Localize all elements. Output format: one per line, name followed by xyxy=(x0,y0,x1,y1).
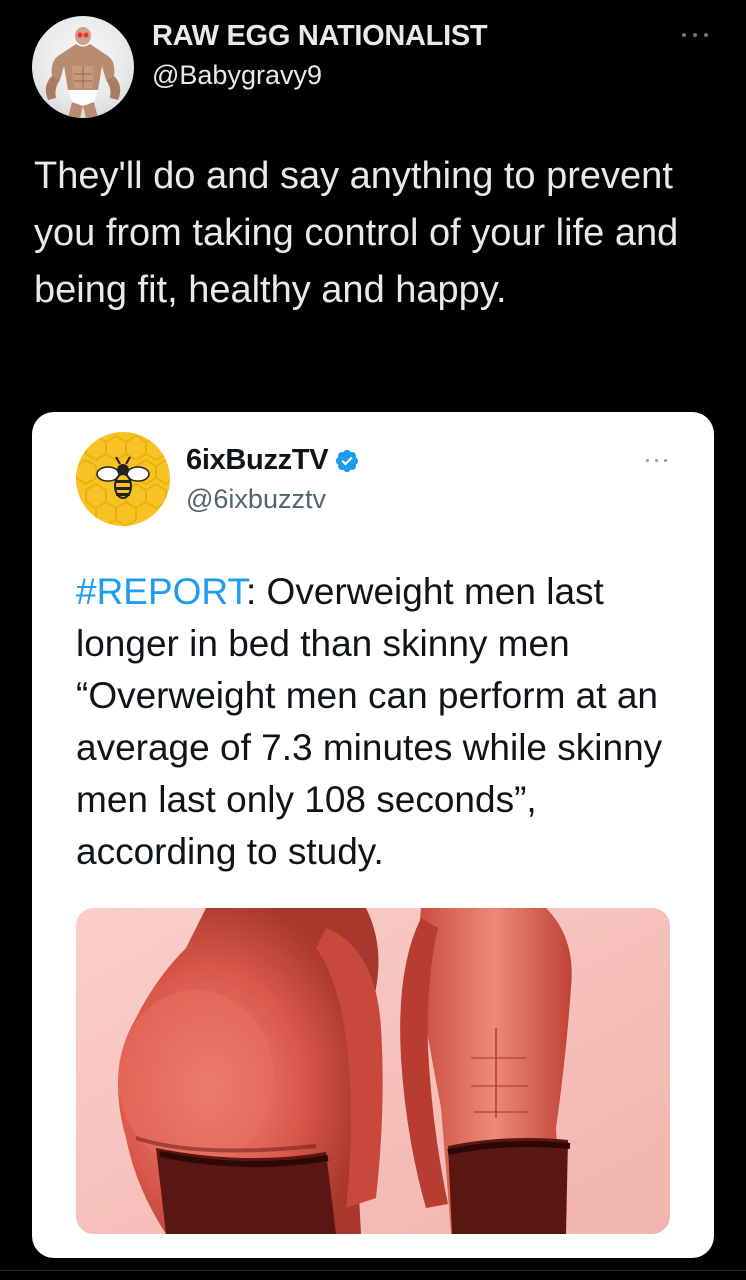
outer-tweet-header: RAW EGG NATIONALIST @Babygravy9 xyxy=(32,16,722,118)
overweight-vs-skinny-torsos-image xyxy=(76,908,670,1234)
quoted-name-row: 6ixBuzzTV xyxy=(186,444,360,477)
bee-logo-icon xyxy=(76,435,170,526)
outer-tweet-text: They'll do and say anything to prevent y… xyxy=(34,155,679,311)
quoted-avatar[interactable] xyxy=(76,432,170,526)
quoted-more-options-icon[interactable] xyxy=(644,454,670,468)
quoted-tweet-card[interactable]: 6ixBuzzTV @6ixbuzztv #REPORT: Overweight… xyxy=(32,412,714,1258)
bodybuilder-avatar-icon xyxy=(45,27,121,118)
quoted-tweet-body: : Overweight men last longer in bed than… xyxy=(76,571,663,872)
bottom-divider xyxy=(0,1270,746,1271)
outer-avatar[interactable] xyxy=(32,16,134,118)
outer-display-name[interactable]: RAW EGG NATIONALIST xyxy=(152,20,488,53)
quoted-tweet-image[interactable] xyxy=(76,908,670,1234)
quoted-display-name[interactable]: 6ixBuzzTV xyxy=(186,444,329,477)
verified-badge-icon xyxy=(336,449,359,472)
quoted-tweet-text: #REPORT: Overweight men last longer in b… xyxy=(76,566,676,878)
report-hashtag-link[interactable]: #REPORT xyxy=(76,571,246,612)
outer-handle[interactable]: @Babygravy9 xyxy=(152,60,322,91)
more-options-icon[interactable] xyxy=(680,28,710,42)
quoted-handle[interactable]: @6ixbuzztv xyxy=(186,484,326,515)
